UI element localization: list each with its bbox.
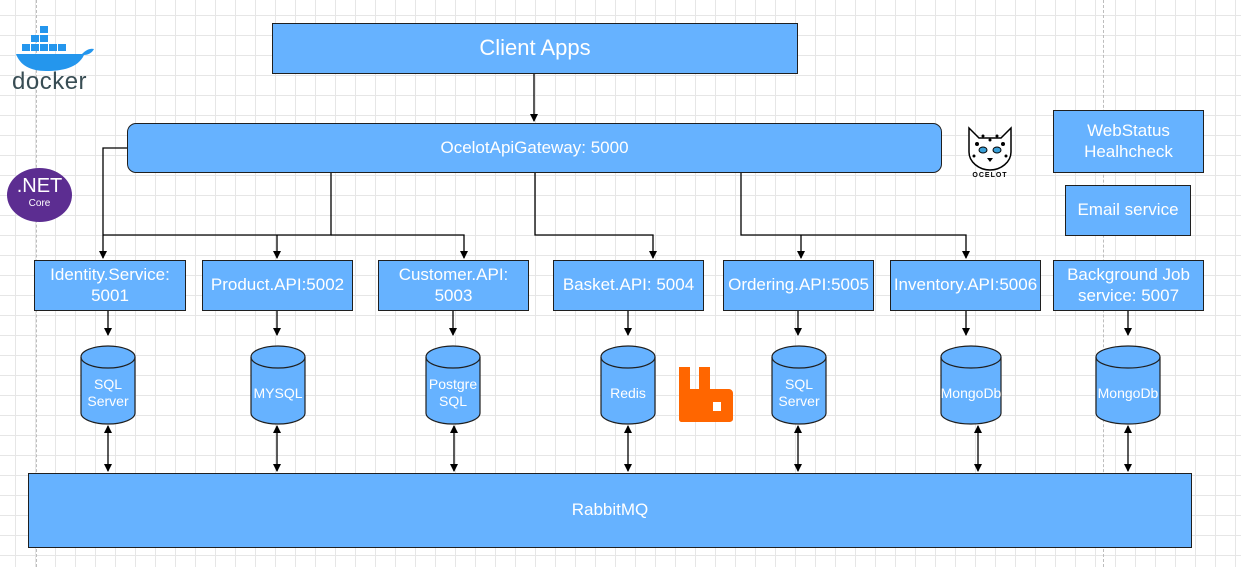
client-apps-label: Client Apps — [479, 35, 591, 61]
docker-logo: docker — [12, 24, 96, 96]
api-gateway-label: OcelotApiGateway: 5000 — [440, 137, 629, 157]
customer-api-node[interactable]: Customer.API: 5003 — [378, 260, 529, 311]
dotnet-text: .NET — [16, 175, 63, 197]
webstatus-node[interactable]: WebStatus Healhcheck — [1053, 110, 1204, 173]
docker-whale-icon — [16, 26, 94, 71]
inventory-api-node[interactable]: Inventory.API:5006 — [890, 260, 1041, 311]
api-gateway-node[interactable]: OcelotApiGateway: 5000 — [127, 123, 942, 173]
service-label: Inventory.API:5006 — [893, 275, 1038, 295]
rabbitmq-bus-label: RabbitMQ — [571, 500, 649, 520]
basket-api-node[interactable]: Basket.API: 5004 — [553, 260, 704, 311]
database-basket[interactable]: Redis — [600, 345, 656, 425]
database-label: MongoDb — [940, 384, 1002, 401]
database-label: MongoDb — [1097, 384, 1159, 401]
ordering-api-node[interactable]: Ordering.API:5005 — [723, 260, 874, 311]
email-service-label: Email service — [1077, 200, 1179, 220]
database-background[interactable]: MongoDb — [1095, 345, 1161, 425]
database-label: SQL Server — [778, 376, 820, 409]
dotnet-core-logo: .NET Core — [7, 168, 72, 222]
database-label: MYSQL — [253, 384, 303, 401]
email-service-node[interactable]: Email service — [1065, 185, 1191, 236]
database-customer[interactable]: Postgre SQL — [425, 345, 481, 425]
ocelot-cat-icon — [968, 126, 1012, 171]
edge-gateway-basket — [534, 172, 657, 259]
ocelot-logo: OCELOT — [963, 122, 1017, 182]
edge-gateway-left-trunk — [103, 172, 332, 236]
service-label: Background Job service: 5007 — [1067, 265, 1190, 305]
identity-service-node[interactable]: Identity.Service: 5001 — [34, 260, 186, 311]
edge-gateway-right-trunk — [740, 172, 970, 259]
service-label: Product.API:5002 — [210, 275, 345, 295]
database-identity[interactable]: SQL Server — [80, 345, 136, 425]
service-label: Customer.API: 5003 — [398, 265, 509, 305]
client-apps-node[interactable]: Client Apps — [272, 23, 798, 74]
database-inventory[interactable]: MongoDb — [940, 345, 1002, 425]
rabbitmq-bus-node[interactable]: RabbitMQ — [28, 473, 1192, 548]
edge-gateway-identity — [99, 147, 128, 259]
database-ordering[interactable]: SQL Server — [771, 345, 827, 425]
docker-wordmark: docker — [12, 68, 88, 95]
database-label: Redis — [610, 384, 646, 401]
service-label: Basket.API: 5004 — [562, 275, 695, 295]
rabbitmq-icon — [679, 367, 733, 422]
service-label: Identity.Service: 5001 — [50, 265, 170, 305]
rabbitmq-logo — [677, 365, 735, 428]
database-label: SQL Server — [87, 376, 129, 409]
service-label: Ordering.API:5005 — [728, 275, 869, 295]
product-api-node[interactable]: Product.API:5002 — [202, 260, 353, 311]
background-job-node[interactable]: Background Job service: 5007 — [1053, 260, 1204, 311]
database-label: Postgre SQL — [428, 376, 478, 409]
database-product[interactable]: MYSQL — [250, 345, 306, 425]
ocelot-wordmark: OCELOT — [972, 172, 1008, 179]
dotnet-core-text: Core — [28, 198, 51, 209]
edge-gateway-customer — [331, 234, 468, 259]
webstatus-label: WebStatus Healhcheck — [1084, 121, 1173, 161]
